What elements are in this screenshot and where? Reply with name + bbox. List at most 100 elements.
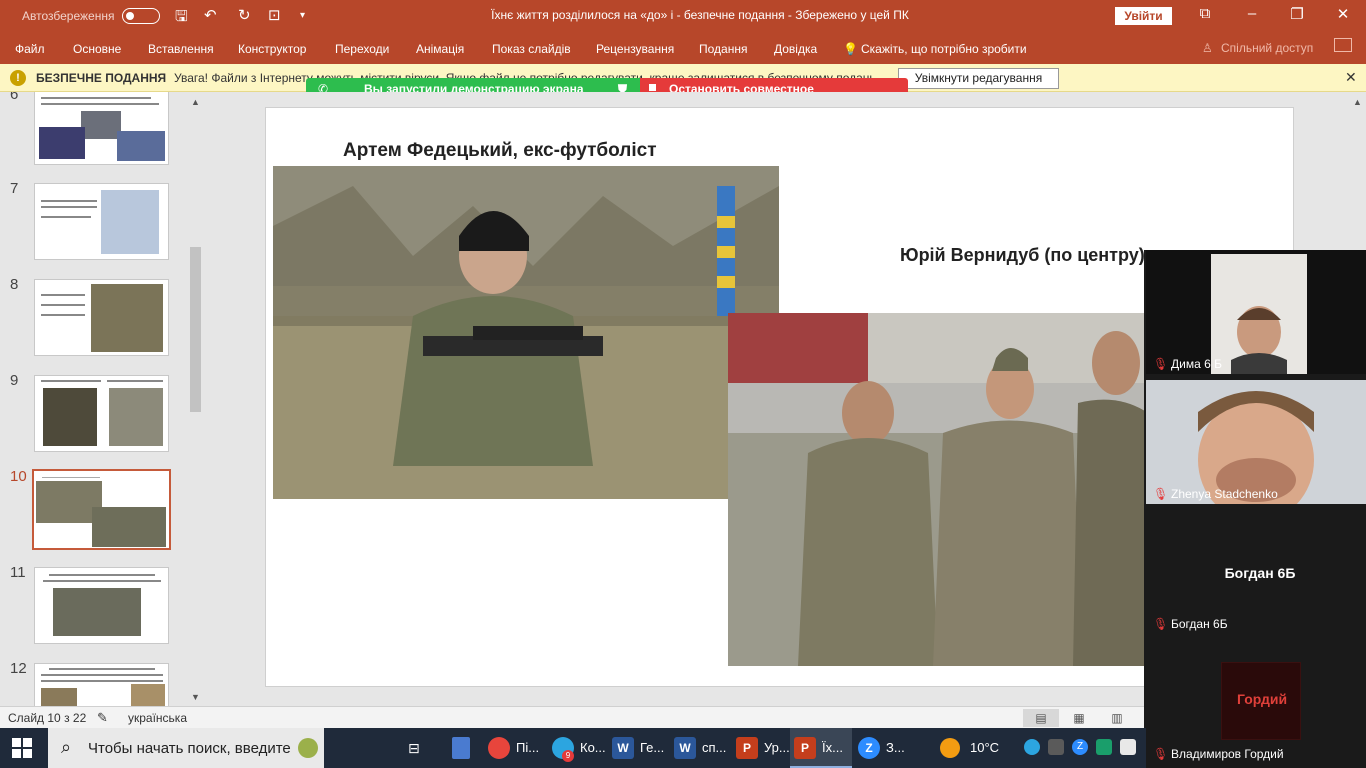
scroll-up-icon[interactable]: ▲: [191, 97, 200, 107]
participant-name: Zhenya Stadchenko: [1171, 487, 1278, 501]
ribbon-tabs: Файл Основне Вставлення Конструктор Пере…: [0, 32, 1366, 64]
participant-tile[interactable]: Гордий 🎙 Владимиров Гордий: [1146, 640, 1366, 764]
ribbon-display-icon[interactable]: ⧉: [1190, 5, 1220, 22]
slide-number: 8: [10, 276, 19, 293]
sun-icon: [940, 738, 960, 758]
taskbar-word-2[interactable]: W сп...: [670, 728, 732, 768]
search-icon: ⌕: [61, 737, 72, 757]
participant-tile[interactable]: Богдан 6Б 🎙 Богдан 6Б: [1146, 510, 1366, 634]
signin-button[interactable]: Увійти: [1115, 7, 1172, 25]
slide-thumbnail-6[interactable]: [34, 92, 169, 165]
tab-design[interactable]: Конструктор: [238, 42, 306, 56]
participant-tile[interactable]: 🎙 Дима 6 Б: [1146, 250, 1366, 374]
powerpoint-icon: P: [794, 737, 816, 759]
avatar-logo-text: Гордий: [1236, 691, 1288, 707]
slide-thumbnail-8[interactable]: [34, 279, 169, 356]
language-indicator[interactable]: українська: [128, 711, 187, 725]
scrollbar-thumb[interactable]: [190, 247, 201, 412]
lightbulb-icon: 💡: [843, 42, 858, 56]
document-title: Їхнє життя розділилося на «до» і - безпе…: [491, 8, 909, 22]
comments-icon[interactable]: [1334, 38, 1352, 52]
share-button[interactable]: Спільний доступ: [1221, 41, 1313, 55]
taskbar-chrome[interactable]: Пі...: [484, 728, 546, 768]
save-icon[interactable]: 🖫: [175, 6, 188, 31]
tab-view[interactable]: Подання: [699, 42, 747, 56]
close-icon[interactable]: ✕: [1328, 5, 1358, 23]
taskbar-item-label: Ур...: [764, 740, 790, 755]
tab-animations[interactable]: Анімація: [416, 42, 464, 56]
tab-transitions[interactable]: Переходи: [335, 42, 389, 56]
customize-qat-icon[interactable]: ▾: [300, 10, 305, 21]
close-bar-icon[interactable]: ✕: [1345, 69, 1357, 86]
scroll-up-icon[interactable]: ▲: [1353, 97, 1362, 107]
tray-app-icon[interactable]: [1048, 739, 1064, 755]
mic-muted-icon: 🎙: [1153, 357, 1169, 371]
slide-thumbnail-12[interactable]: [34, 663, 169, 706]
calculator-icon[interactable]: [452, 737, 470, 759]
taskbar-powerpoint-1[interactable]: P Ур...: [732, 728, 790, 768]
present-icon[interactable]: ⊡: [268, 6, 281, 24]
participant-name: Дима 6 Б: [1171, 357, 1222, 371]
reading-view-icon[interactable]: ▥: [1099, 709, 1135, 727]
avatar: Гордий: [1221, 662, 1301, 740]
taskbar-item-label: Ко...: [580, 740, 606, 755]
taskbar-word-1[interactable]: W Ге...: [608, 728, 670, 768]
protected-view-heading: БЕЗПЕЧНЕ ПОДАННЯ: [36, 71, 167, 85]
share-icon: ♙: [1202, 41, 1213, 55]
slide-thumbnail-10[interactable]: [32, 469, 171, 550]
participant-tile[interactable]: 🎙 Zhenya Stadchenko: [1146, 380, 1366, 504]
participant-name: Богдан 6Б: [1171, 617, 1228, 631]
stop-icon: [649, 84, 656, 91]
minimize-icon[interactable]: –: [1237, 5, 1267, 22]
chrome-icon: [488, 737, 510, 759]
taskbar-zoom[interactable]: Z З...: [854, 728, 916, 768]
taskbar-telegram[interactable]: 9 Ко...: [548, 728, 608, 768]
slide-number: 12: [10, 660, 27, 677]
mic-muted-icon: 🎙: [1153, 747, 1169, 761]
notification-badge: 9: [562, 750, 574, 762]
normal-view-icon[interactable]: ▤: [1023, 709, 1059, 727]
windows-start-icon[interactable]: [12, 738, 32, 758]
autosave-toggle[interactable]: [122, 8, 160, 24]
undo-icon[interactable]: ↶: [204, 6, 217, 24]
tell-me-search[interactable]: Скажіть, що потрібно зробити: [861, 42, 1027, 56]
slide-photo-group[interactable]: [728, 313, 1148, 666]
task-view-icon[interactable]: ⊟: [408, 740, 420, 757]
slide-number: 6: [10, 92, 19, 103]
scroll-down-icon[interactable]: ▼: [191, 692, 200, 702]
tab-slideshow[interactable]: Показ слайдів: [492, 42, 571, 56]
thumbnail-scrollbar[interactable]: ▲ ▼: [188, 94, 203, 704]
taskbar-item-label: Ге...: [640, 740, 665, 755]
slide-photo-soldier[interactable]: [273, 166, 779, 499]
tab-insert[interactable]: Вставлення: [148, 42, 214, 56]
slide-thumbnail-7[interactable]: [34, 183, 169, 260]
slide-thumbnail-11[interactable]: [34, 567, 169, 644]
taskbar-search[interactable]: ⌕ Чтобы начать поиск, введите: [48, 728, 324, 768]
warning-icon: !: [10, 70, 26, 86]
participant-name: Владимиров Гордий: [1171, 747, 1284, 761]
taskbar-item-label: Їх...: [822, 740, 843, 755]
restore-icon[interactable]: ❐: [1282, 5, 1312, 23]
mic-muted-icon: 🎙: [1153, 487, 1169, 501]
slide-caption-left: Артем Федецький, екс-футболіст: [343, 140, 657, 161]
zoom-icon: Z: [858, 737, 880, 759]
tab-help[interactable]: Довідка: [774, 42, 817, 56]
weather-temp: 10°C: [970, 740, 1000, 755]
tray-app-icon[interactable]: [1096, 739, 1112, 755]
slide-number-active: 10: [10, 468, 27, 485]
tab-file[interactable]: Файл: [15, 42, 45, 56]
slide-sorter-icon[interactable]: ▦: [1061, 709, 1097, 727]
telegram-tray-icon[interactable]: [1024, 739, 1040, 755]
spelling-icon[interactable]: ✎: [97, 710, 108, 726]
enable-editing-button[interactable]: Увімкнути редагування: [898, 68, 1059, 89]
redo-icon[interactable]: ↻: [238, 6, 251, 24]
zoom-tray-icon[interactable]: Z: [1072, 739, 1088, 755]
powerpoint-icon: P: [736, 737, 758, 759]
windows-taskbar: ⌕ Чтобы начать поиск, введите ⊟ Пі... 9 …: [0, 728, 1146, 768]
tab-home[interactable]: Основне: [73, 42, 121, 56]
tab-review[interactable]: Рецензування: [596, 42, 674, 56]
tray-app-icon[interactable]: [1120, 739, 1136, 755]
slide-thumbnail-9[interactable]: [34, 375, 169, 452]
taskbar-powerpoint-2[interactable]: P Їх...: [790, 728, 852, 768]
taskbar-item-label: сп...: [702, 740, 727, 755]
